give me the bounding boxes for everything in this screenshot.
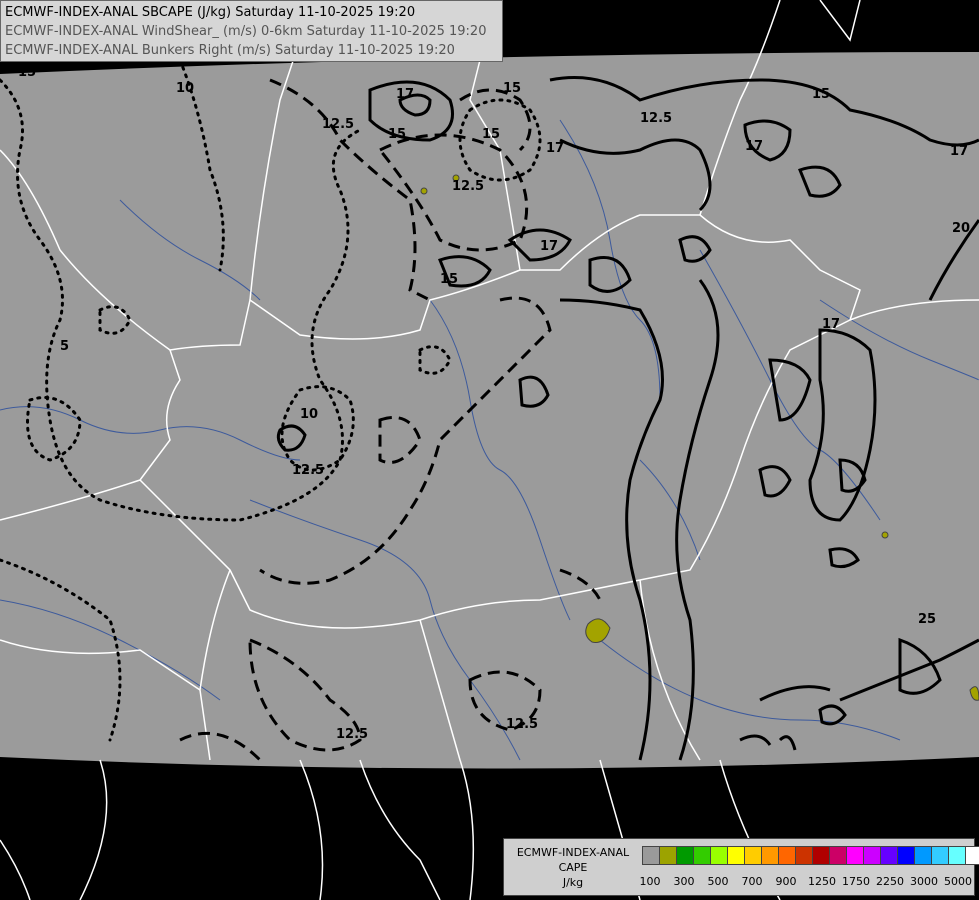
legend-swatch xyxy=(897,846,915,865)
legend-tick-label: 100 xyxy=(639,875,661,888)
legend-swatch xyxy=(965,846,979,865)
legend-tick-label: 1750 xyxy=(842,875,870,888)
legend-swatch xyxy=(642,846,660,865)
legend-swatch xyxy=(761,846,779,865)
contour-label: 15 xyxy=(440,272,458,287)
legend-source: ECMWF-INDEX-ANAL xyxy=(516,846,630,859)
legend-swatch xyxy=(676,846,694,865)
contour-label: 15 xyxy=(812,87,830,102)
legend-swatch xyxy=(812,846,830,865)
legend-swatch xyxy=(659,846,677,865)
legend-title: ECMWF-INDEX-ANAL CAPE J/kg xyxy=(506,845,640,890)
contour-label: 15 xyxy=(482,127,500,142)
contour-label: 12.5 xyxy=(506,717,538,732)
legend-variable: CAPE xyxy=(558,861,588,874)
legend-tick-label: 700 xyxy=(741,875,763,888)
contour-label: 17 xyxy=(822,317,840,332)
legend-swatch xyxy=(846,846,864,865)
weather-map: 15 10 12.5 17 15 12.5 15 15 12.5 17 15 1… xyxy=(0,0,979,900)
contour-label: 20 xyxy=(952,221,970,236)
contour-label: 12.5 xyxy=(292,463,324,478)
legend-swatch xyxy=(744,846,762,865)
contour-label: 12.5 xyxy=(322,117,354,132)
legend-unit: J/kg xyxy=(562,876,584,889)
legend-tick-label: 1250 xyxy=(808,875,836,888)
contour-label: 12.5 xyxy=(336,727,368,742)
contour-label: 12.5 xyxy=(640,111,672,126)
contour-label: 15 xyxy=(503,81,521,96)
contour-label: 25 xyxy=(918,612,936,627)
contour-label: 15 xyxy=(388,127,406,142)
legend-tick-labels: 100 300 500 700 900 1250 1750 2250 3000 5000 xyxy=(639,875,973,889)
legend-swatch xyxy=(727,846,745,865)
model-domain xyxy=(0,52,979,769)
legend-swatch xyxy=(880,846,898,865)
legend-tick-label: 900 xyxy=(775,875,797,888)
contour-label: 10 xyxy=(300,407,318,422)
legend-swatch xyxy=(795,846,813,865)
legend-tick-label: 300 xyxy=(673,875,695,888)
contour-label: 17 xyxy=(950,144,968,159)
legend-tick-label: 500 xyxy=(707,875,729,888)
legend-swatch xyxy=(914,846,932,865)
legend-swatch xyxy=(931,846,949,865)
legend-tick-label: 2250 xyxy=(876,875,904,888)
header-line-windshear: ECMWF-INDEX-ANAL WindShear_ (m/s) 0-6km … xyxy=(5,24,487,39)
contour-label: 17 xyxy=(396,87,414,102)
map-header: ECMWF-INDEX-ANAL SBCAPE (J/kg) Saturday … xyxy=(0,0,503,62)
header-line-bunkers: ECMWF-INDEX-ANAL Bunkers Right (m/s) Sat… xyxy=(5,43,455,58)
legend-swatch xyxy=(863,846,881,865)
legend-color-scale xyxy=(642,846,979,865)
header-line-sbcape: ECMWF-INDEX-ANAL SBCAPE (J/kg) Saturday … xyxy=(5,5,416,20)
contour-label: 17 xyxy=(546,141,564,156)
legend-swatch xyxy=(829,846,847,865)
legend-tick-label: 5000 xyxy=(944,875,972,888)
legend-swatch xyxy=(778,846,796,865)
contour-label: 17 xyxy=(745,139,763,154)
legend-swatch xyxy=(948,846,966,865)
contour-label: 5 xyxy=(60,339,69,354)
contour-label: 10 xyxy=(176,81,194,96)
legend-swatch xyxy=(710,846,728,865)
contour-label: 17 xyxy=(540,239,558,254)
contour-label: 12.5 xyxy=(452,179,484,194)
legend-tick-label: 3000 xyxy=(910,875,938,888)
map-viewer: 15 10 12.5 17 15 12.5 15 15 12.5 17 15 1… xyxy=(0,0,979,900)
legend-swatch xyxy=(693,846,711,865)
contour-label: 15 xyxy=(18,65,36,80)
cape-legend: ECMWF-INDEX-ANAL CAPE J/kg 100 300 500 700 9… xyxy=(503,838,979,896)
